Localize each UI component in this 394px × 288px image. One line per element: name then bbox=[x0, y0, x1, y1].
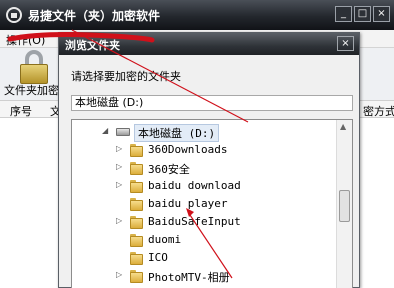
browse-folder-dialog: 浏览文件夹 × 请选择要加密的文件夹 本地磁盘 (D:) ◢ 本地磁盘 (D:)… bbox=[58, 32, 360, 288]
column-header-method[interactable]: 密方式 bbox=[363, 103, 394, 119]
expand-arrow-icon[interactable]: ▷ bbox=[116, 270, 126, 279]
dialog-prompt: 请选择要加密的文件夹 bbox=[71, 70, 181, 83]
tree-item-label: baidu player bbox=[148, 197, 228, 210]
folder-icon bbox=[130, 270, 143, 283]
tree-item-label: PhotoMTV-相册 bbox=[148, 271, 230, 284]
folder-path-field[interactable]: 本地磁盘 (D:) bbox=[71, 95, 353, 111]
column-header-no[interactable]: 序号 bbox=[10, 103, 32, 119]
expand-arrow-icon[interactable]: ▷ bbox=[116, 216, 126, 225]
tree-item-label: baidu download bbox=[148, 179, 241, 192]
close-button[interactable]: × bbox=[373, 6, 390, 22]
expand-arrow-icon[interactable]: ▷ bbox=[116, 162, 126, 171]
folder-icon bbox=[130, 252, 143, 265]
app-titlebar: 易捷文件（夹）加密软件 _ □ × bbox=[0, 0, 394, 30]
maximize-button[interactable]: □ bbox=[354, 6, 371, 22]
tree-item-label: 本地磁盘 (D:) bbox=[134, 124, 220, 142]
minimize-button[interactable]: _ bbox=[335, 6, 352, 22]
dialog-title: 浏览文件夹 bbox=[65, 39, 120, 52]
menu-operation[interactable]: 操作(O) bbox=[6, 32, 45, 48]
tree-item-label: ICO bbox=[148, 251, 168, 264]
app-lock-icon bbox=[6, 7, 22, 23]
drive-icon bbox=[116, 128, 130, 136]
tree-item-label: 360安全 bbox=[148, 163, 190, 176]
folder-icon bbox=[130, 234, 143, 247]
window-controls: _ □ × bbox=[335, 6, 390, 22]
tree-scrollbar[interactable]: ▲ bbox=[336, 120, 352, 288]
folder-icon bbox=[130, 162, 143, 175]
folder-icon bbox=[130, 180, 143, 193]
lock-body bbox=[20, 64, 48, 84]
folder-tree[interactable]: ◢ 本地磁盘 (D:) ▷ 360Downloads ▷ 360安全 ▷ bai… bbox=[71, 119, 353, 288]
folder-icon bbox=[130, 198, 143, 211]
folder-encrypt-lock-icon[interactable] bbox=[20, 50, 48, 84]
tree-item-label: BaiduSafeInput bbox=[148, 215, 241, 228]
folder-encrypt-label[interactable]: 文件夹加密 bbox=[4, 82, 59, 98]
app-title: 易捷文件（夹）加密软件 bbox=[28, 9, 161, 23]
expand-arrow-icon[interactable]: ▷ bbox=[116, 144, 126, 153]
folder-icon bbox=[130, 216, 143, 229]
collapse-arrow-icon[interactable]: ◢ bbox=[102, 126, 112, 135]
tree-item-label: duomi bbox=[148, 233, 182, 246]
expand-arrow-icon[interactable]: ▷ bbox=[116, 180, 126, 189]
tree-item-label: 360Downloads bbox=[148, 143, 228, 156]
scroll-thumb[interactable] bbox=[339, 190, 350, 222]
folder-icon bbox=[130, 144, 143, 157]
dialog-close-button[interactable]: × bbox=[337, 36, 354, 51]
dialog-titlebar: 浏览文件夹 × bbox=[59, 33, 359, 55]
scroll-up-arrow-icon[interactable]: ▲ bbox=[340, 122, 346, 131]
